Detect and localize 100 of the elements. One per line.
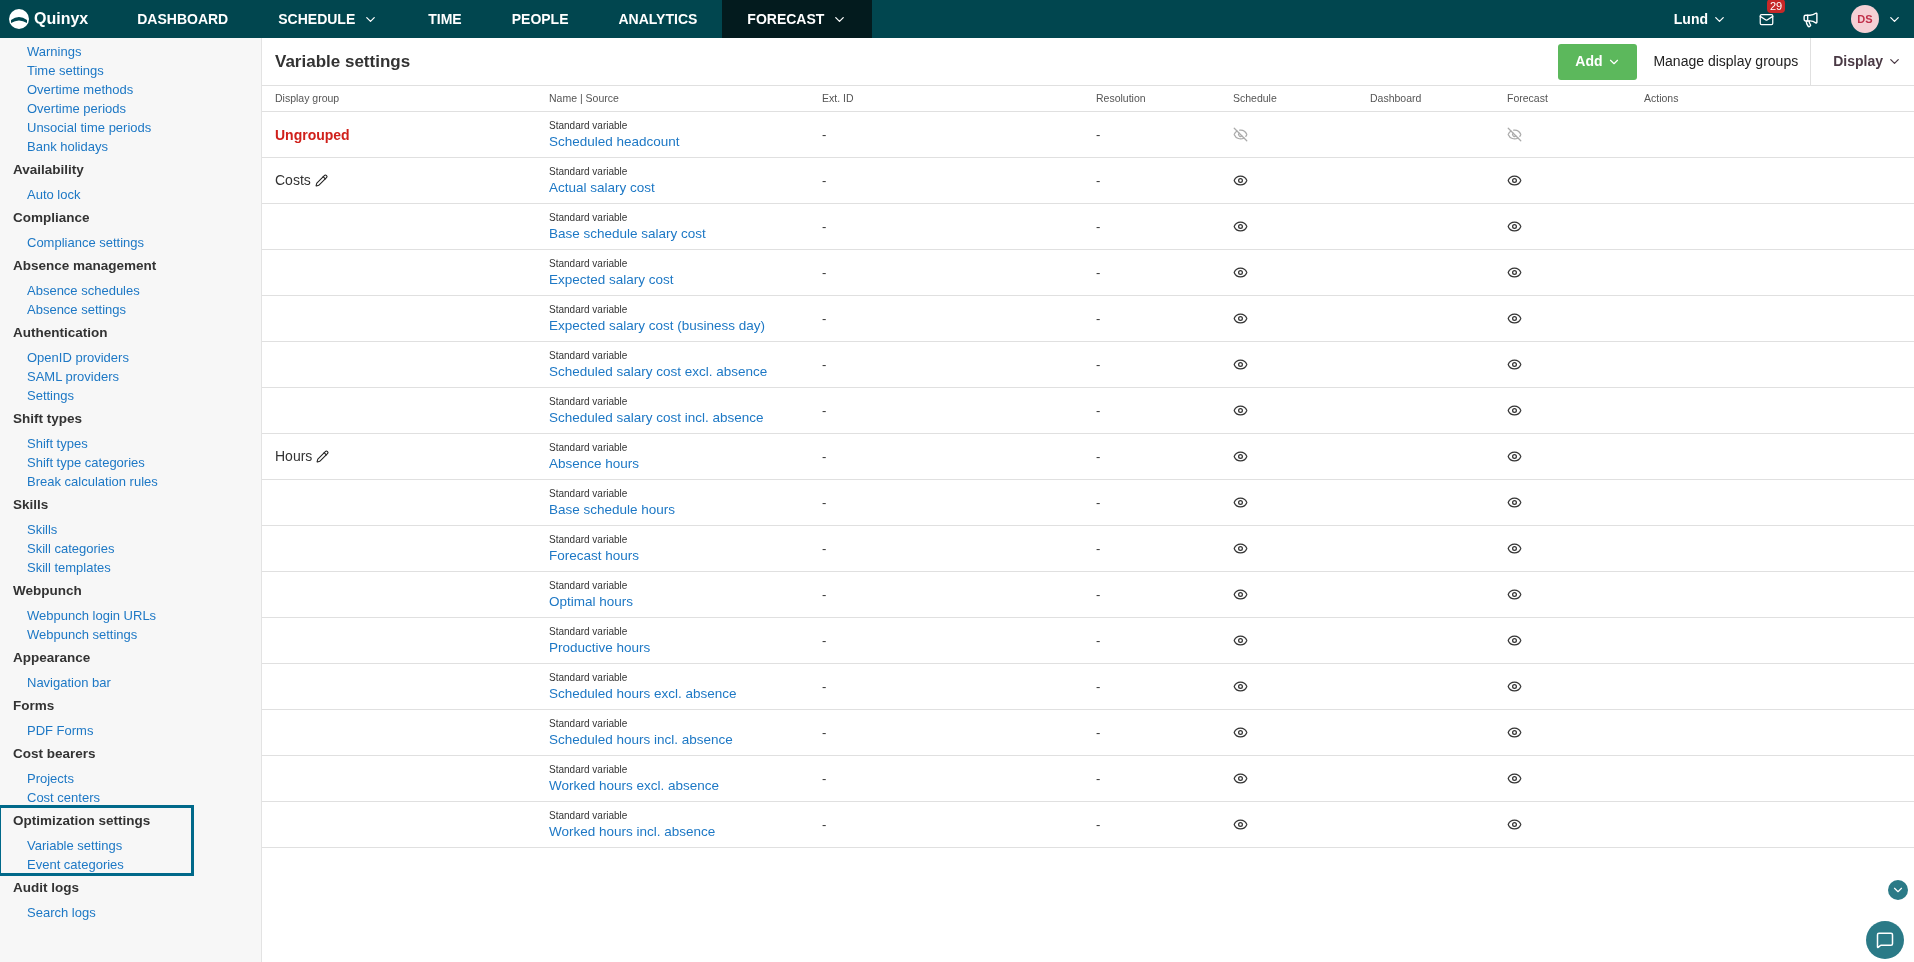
sidebar-link[interactable]: Absence settings: [27, 300, 126, 319]
eye-icon[interactable]: [1507, 771, 1522, 786]
sidebar-link[interactable]: Warnings: [27, 42, 82, 61]
eye-icon[interactable]: [1507, 587, 1522, 602]
eye-icon[interactable]: [1233, 587, 1248, 602]
section-heading: Cost bearers: [12, 745, 97, 763]
eye-icon[interactable]: [1233, 265, 1248, 280]
mail-icon[interactable]: [1759, 11, 1774, 27]
sidebar-link[interactable]: Unsocial time periods: [27, 118, 152, 137]
nav-tab[interactable]: PEOPLE: [486, 0, 594, 38]
nav-tab[interactable]: FORECAST: [722, 0, 873, 38]
eye-icon[interactable]: [1233, 771, 1248, 786]
ext-id-cell-text: -: [821, 217, 828, 236]
eye-icon[interactable]: [1233, 679, 1248, 694]
sidebar-link[interactable]: SAML providers: [27, 367, 119, 386]
nav-tab[interactable]: SCHEDULE: [253, 0, 404, 38]
eye-icon[interactable]: [1507, 219, 1522, 234]
scroll-down-button[interactable]: [1888, 880, 1908, 900]
eye-icon[interactable]: [1233, 219, 1248, 234]
variable-link[interactable]: Scheduled headcount: [549, 132, 809, 151]
variable-link[interactable]: Productive hours: [549, 638, 809, 657]
sidebar-link[interactable]: Event categories: [27, 855, 124, 874]
eye-icon[interactable]: [1507, 449, 1522, 464]
sidebar-link[interactable]: Skill templates: [27, 558, 111, 577]
eye-icon[interactable]: [1507, 541, 1522, 556]
eye-icon[interactable]: [1233, 311, 1248, 326]
sidebar-link[interactable]: Bank holidays: [27, 137, 108, 156]
eye-icon[interactable]: [1507, 725, 1522, 740]
nav-tab[interactable]: DASHBOARD: [112, 0, 254, 38]
eye-icon[interactable]: [1233, 541, 1248, 556]
section-heading: Webpunch: [12, 582, 83, 600]
ext-id-cell-text: -: [821, 631, 828, 650]
variable-link[interactable]: Absence hours: [549, 454, 809, 473]
resolution-cell-text: -: [1095, 217, 1102, 236]
eye-icon[interactable]: [1507, 403, 1522, 418]
pencil-icon[interactable]: [314, 174, 328, 187]
eye-icon[interactable]: [1233, 633, 1248, 648]
sidebar-link[interactable]: Skill categories: [27, 539, 115, 558]
sidebar-link[interactable]: Overtime methods: [27, 80, 134, 99]
sidebar-link[interactable]: Break calculation rules: [27, 472, 158, 491]
eye-icon[interactable]: [1507, 265, 1522, 280]
chat-button[interactable]: [1866, 921, 1904, 959]
variable-link[interactable]: Actual salary cost: [549, 178, 809, 197]
sidebar-link[interactable]: Variable settings: [27, 836, 123, 855]
eye-icon[interactable]: [1233, 357, 1248, 372]
nav-tab[interactable]: TIME: [403, 0, 487, 38]
eye-icon[interactable]: [1233, 449, 1248, 464]
eye-icon[interactable]: [1233, 495, 1248, 510]
variable-link[interactable]: Worked hours incl. absence: [549, 822, 809, 841]
eye-icon[interactable]: [1233, 403, 1248, 418]
eye-icon[interactable]: [1507, 311, 1522, 326]
sidebar-link[interactable]: Shift types: [27, 434, 88, 453]
sidebar-link[interactable]: Navigation bar: [27, 673, 111, 692]
sidebar-link[interactable]: Compliance settings: [27, 233, 145, 252]
sidebar-link[interactable]: Absence schedules: [27, 281, 140, 300]
eye-icon[interactable]: [1507, 633, 1522, 648]
eye-icon[interactable]: [1507, 679, 1522, 694]
display-button[interactable]: Display: [1810, 38, 1914, 85]
variable-link[interactable]: Optimal hours: [549, 592, 809, 611]
sidebar-link[interactable]: Webpunch settings: [27, 625, 138, 644]
eye-icon[interactable]: [1507, 495, 1522, 510]
eye-icon[interactable]: [1233, 725, 1248, 740]
add-button[interactable]: Add: [1558, 43, 1638, 80]
megaphone-icon[interactable]: [1802, 10, 1819, 28]
variable-link[interactable]: Base schedule hours: [549, 500, 809, 519]
variable-link[interactable]: Expected salary cost: [549, 270, 809, 289]
variable-link[interactable]: Expected salary cost (business day): [549, 316, 809, 335]
variable-link[interactable]: Base schedule salary cost: [549, 224, 809, 243]
variable-link[interactable]: Scheduled hours incl. absence: [549, 730, 809, 749]
sidebar-link[interactable]: Projects: [27, 769, 74, 788]
eye-icon[interactable]: [1507, 173, 1522, 188]
sidebar-link[interactable]: Search logs: [27, 903, 96, 922]
variable-link[interactable]: Scheduled hours excl. absence: [549, 684, 809, 703]
variable-link[interactable]: Scheduled salary cost excl. absence: [549, 362, 809, 381]
user-avatar[interactable]: DS: [1851, 5, 1879, 33]
sidebar-link[interactable]: OpenID providers: [27, 348, 129, 367]
variable-link[interactable]: Worked hours excl. absence: [549, 776, 809, 795]
ext-id-cell-text: -: [821, 263, 828, 282]
resolution-cell-text: -: [1095, 585, 1102, 604]
sidebar-link[interactable]: Shift type categories: [27, 453, 145, 472]
eye-icon[interactable]: [1233, 817, 1248, 832]
sidebar-link[interactable]: Overtime periods: [27, 99, 126, 118]
eye-icon[interactable]: [1507, 817, 1522, 832]
source-label: Standard variable: [549, 440, 629, 455]
unit-selector[interactable]: Lund: [1673, 0, 1759, 38]
variable-link[interactable]: Forecast hours: [549, 546, 809, 565]
sidebar-link[interactable]: Webpunch login URLs: [27, 606, 157, 625]
variable-link[interactable]: Scheduled salary cost incl. absence: [549, 408, 809, 427]
sidebar-link[interactable]: Cost centers: [27, 788, 100, 807]
eye-icon[interactable]: [1507, 357, 1522, 372]
eye-icon[interactable]: [1233, 173, 1248, 188]
sidebar-link[interactable]: Time settings: [27, 61, 104, 80]
pencil-icon[interactable]: [316, 450, 330, 463]
manage-groups-button[interactable]: Manage display groups: [1653, 38, 1811, 85]
nav-tab[interactable]: ANALYTICS: [593, 0, 723, 38]
resolution-cell-text: -: [1095, 355, 1102, 374]
sidebar-link[interactable]: Skills: [27, 520, 58, 539]
sidebar-link[interactable]: Settings: [27, 386, 74, 405]
sidebar-link[interactable]: PDF Forms: [27, 721, 94, 740]
sidebar-link[interactable]: Auto lock: [27, 185, 81, 204]
